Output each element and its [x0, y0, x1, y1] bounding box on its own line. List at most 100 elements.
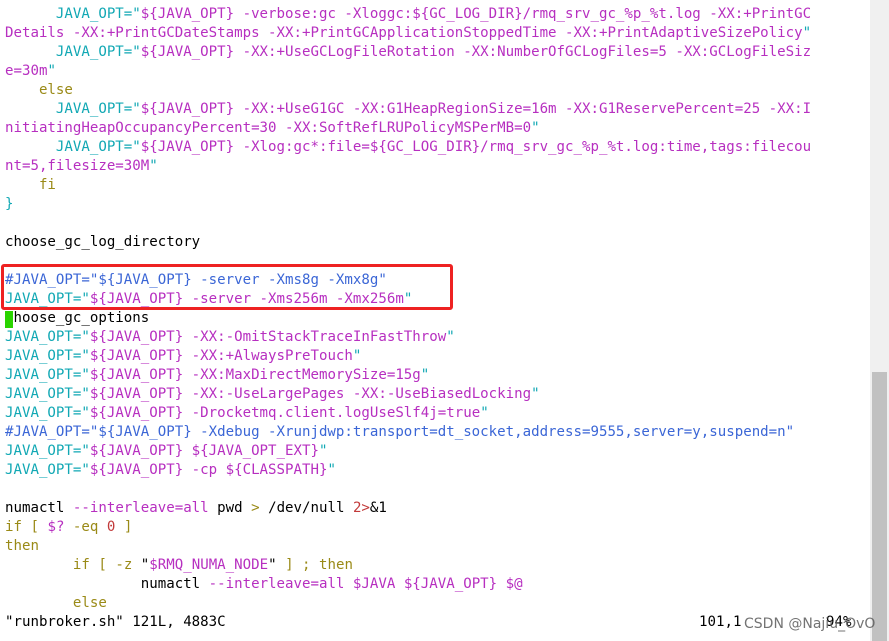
code-token: &1: [369, 500, 387, 516]
code-line: JAVA_OPT="${JAVA_OPT} -verbose:gc -Xlogg…: [5, 5, 811, 24]
code-token: JAVA_OPT=": [5, 329, 90, 345]
code-token: #JAVA_OPT="${JAVA_OPT} -Xdebug -Xrunjdwp…: [5, 424, 795, 440]
code-token: ": [327, 462, 336, 478]
code-token: choose_gc_log_directory: [5, 234, 201, 250]
code-token: --interleave=all: [208, 576, 345, 592]
code-token: Details -XX:+PrintGCDateStamps -XX:+Prin…: [5, 25, 803, 41]
code-token: JAVA_OPT=": [5, 386, 90, 402]
code-token: -z: [115, 557, 133, 573]
code-token: JAVA_OPT=": [5, 367, 90, 383]
code-token: ": [531, 386, 540, 402]
code-line: then: [5, 537, 39, 556]
code-token: fi: [5, 177, 56, 193]
code-line: JAVA_OPT="${JAVA_OPT} ${JAVA_OPT_EXT}": [5, 442, 327, 461]
code-token: $RMQ_NUMA_NODE: [149, 557, 269, 573]
code-line: JAVA_OPT="${JAVA_OPT} -XX:+AlwaysPreTouc…: [5, 347, 361, 366]
code-token: ": [420, 367, 430, 383]
code-token: -eq: [64, 519, 107, 535]
code-line: nitiatingHeapOccupancyPercent=30 -XX:Sof…: [5, 119, 540, 138]
code-token: then: [5, 538, 39, 554]
code-token: JAVA_OPT=": [5, 139, 141, 155]
text-cursor: [5, 311, 13, 328]
highlight-box: [1, 264, 453, 310]
code-line: JAVA_OPT="${JAVA_OPT} -Xlog:gc*:file=${G…: [5, 138, 811, 157]
code-token: JAVA_OPT=": [5, 44, 141, 60]
code-token: ": [480, 405, 489, 421]
code-token: ": [802, 25, 812, 41]
code-token: JAVA_OPT=": [5, 405, 90, 421]
code-token: nt=5,filesize=30M: [5, 158, 150, 174]
code-token: $?: [47, 519, 65, 535]
code-token: --interleave=all: [72, 500, 209, 516]
code-token: ${JAVA_OPT} ${JAVA_OPT_EXT}: [89, 443, 319, 459]
editor-pane[interactable]: JAVA_OPT="${JAVA_OPT} -verbose:gc -Xlogg…: [0, 0, 870, 641]
code-line: #JAVA_OPT="${JAVA_OPT} -Xdebug -Xrunjdwp…: [5, 423, 794, 442]
status-file-info: "runbroker.sh" 121L, 4883C: [5, 614, 226, 630]
code-token: ": [132, 557, 150, 573]
code-line: JAVA_OPT="${JAVA_OPT} -XX:MaxDirectMemor…: [5, 366, 429, 385]
code-token: ": [352, 348, 362, 364]
code-token: ": [149, 158, 158, 174]
code-token: [: [21, 519, 48, 535]
code-token: JAVA_OPT=": [5, 6, 141, 22]
code-token: ${JAVA_OPT} -XX:-UseLargePages -XX:-UseB…: [89, 386, 532, 402]
code-token: ${JAVA_OPT} -Xlog:gc*:file=${GC_LOG_DIR}…: [140, 139, 812, 155]
code-token: ${JAVA_OPT} -Drocketmq.client.logUseSlf4…: [89, 405, 481, 421]
code-token: e=30m: [5, 63, 48, 79]
code-token: ": [318, 443, 328, 459]
code-line: numactl --interleave=all pwd > /dev/null…: [5, 499, 387, 518]
code-token: then: [319, 557, 353, 573]
code-line: if [ -z "$RMQ_NUMA_NODE" ] ; then: [5, 556, 353, 575]
scrollbar-thumb[interactable]: [872, 372, 887, 641]
code-token: choose_gc_options: [5, 310, 150, 326]
code-token: 2>: [352, 500, 370, 516]
code-token: $JAVA ${JAVA_OPT} $@: [344, 576, 523, 592]
code-token: JAVA_OPT=": [5, 443, 90, 459]
code-token: }: [5, 196, 14, 212]
code-token: else: [5, 82, 73, 98]
code-token: if: [5, 557, 90, 573]
code-token: if: [5, 519, 22, 535]
code-line: e=30m": [5, 62, 56, 81]
code-token: ${JAVA_OPT} -cp ${CLASSPATH}: [89, 462, 328, 478]
code-line: JAVA_OPT="${JAVA_OPT} -XX:+UseGCLogFileR…: [5, 43, 811, 62]
code-line: else: [5, 594, 107, 613]
code-token: ": [47, 63, 56, 79]
code-token: ": [531, 120, 540, 136]
code-token: numactl: [5, 576, 209, 592]
code-line: choose_gc_options: [5, 309, 149, 328]
code-line: else: [5, 81, 73, 100]
code-line: JAVA_OPT="${JAVA_OPT} -Drocketmq.client.…: [5, 404, 489, 423]
code-token: ${JAVA_OPT} -verbose:gc -Xloggc:${GC_LOG…: [140, 6, 812, 22]
code-line: }: [5, 195, 14, 214]
code-token: JAVA_OPT=": [5, 462, 90, 478]
code-token: pwd: [208, 500, 252, 516]
code-line: fi: [5, 176, 56, 195]
code-token: ${JAVA_OPT} -XX:+AlwaysPreTouch: [89, 348, 353, 364]
code-token: [: [89, 557, 116, 573]
code-line: JAVA_OPT="${JAVA_OPT} -XX:+UseG1GC -XX:G…: [5, 100, 811, 119]
code-token: >: [251, 500, 260, 516]
code-token: nitiatingHeapOccupancyPercent=30 -XX:Sof…: [5, 120, 532, 136]
code-token: ${JAVA_OPT} -XX:MaxDirectMemorySize=15g: [89, 367, 421, 383]
code-token: JAVA_OPT=": [5, 101, 141, 117]
code-token: /dev/null: [259, 500, 353, 516]
code-token: ${JAVA_OPT} -XX:+UseG1GC -XX:G1HeapRegio…: [140, 101, 812, 117]
code-token: numactl: [5, 500, 73, 516]
code-line: nt=5,filesize=30M": [5, 157, 158, 176]
vertical-scrollbar[interactable]: [870, 0, 889, 641]
watermark-text: CSDN @Najiu_OvO: [744, 616, 876, 632]
code-token: else: [5, 595, 107, 611]
code-line: choose_gc_log_directory: [5, 233, 200, 252]
code-token: ": [268, 557, 277, 573]
code-line: JAVA_OPT="${JAVA_OPT} -XX:-UseLargePages…: [5, 385, 540, 404]
status-cursor-position: 101,1: [699, 614, 742, 630]
code-line: JAVA_OPT="${JAVA_OPT} -XX:-OmitStackTrac…: [5, 328, 455, 347]
code-line: Details -XX:+PrintGCDateStamps -XX:+Prin…: [5, 24, 811, 43]
code-token: ]: [115, 519, 133, 535]
code-token: ] ;: [276, 557, 320, 573]
code-line: JAVA_OPT="${JAVA_OPT} -cp ${CLASSPATH}": [5, 461, 336, 480]
code-token: ${JAVA_OPT} -XX:-OmitStackTraceInFastThr…: [89, 329, 447, 345]
code-token: JAVA_OPT=": [5, 348, 90, 364]
code-line: if [ $? -eq 0 ]: [5, 518, 132, 537]
